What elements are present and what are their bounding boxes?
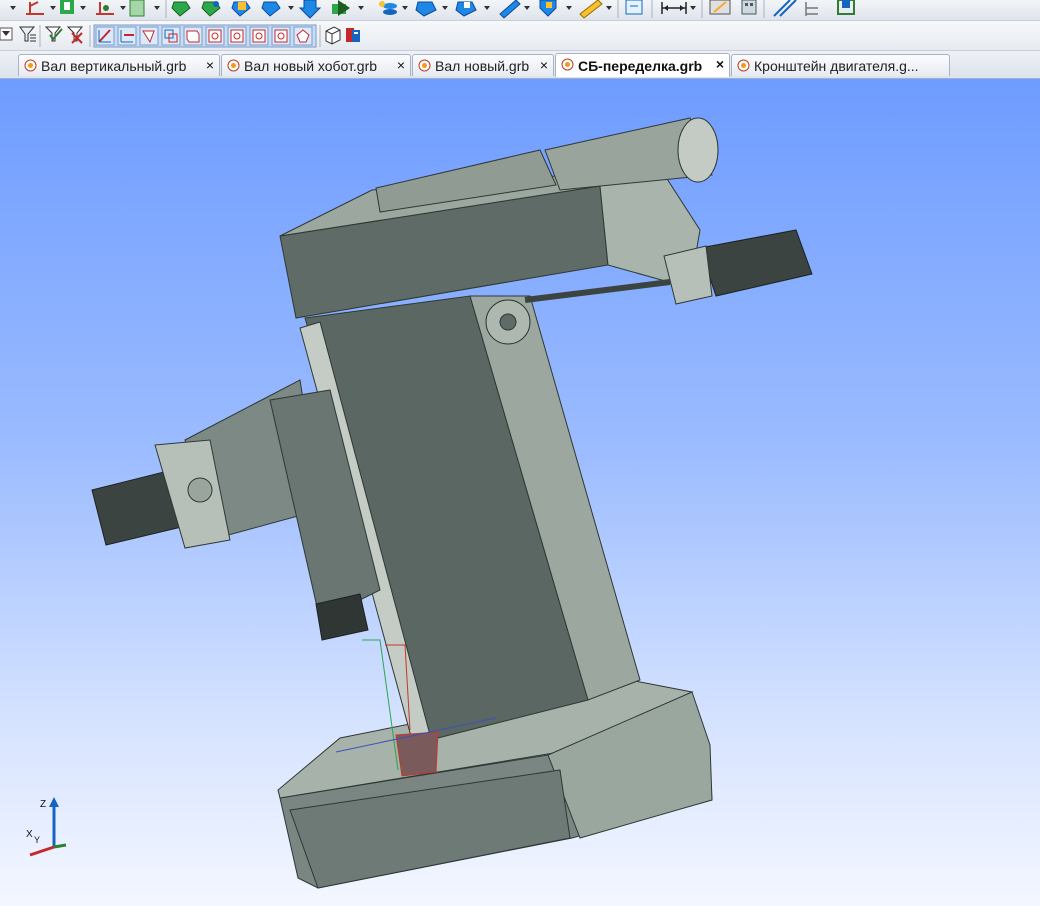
toolbar-top — [0, 0, 1040, 21]
document-icon — [227, 59, 240, 72]
lead-screw — [524, 279, 671, 303]
document-icon — [24, 59, 37, 72]
close-icon[interactable]: × — [540, 57, 548, 73]
z-axis-label: Z — [40, 799, 46, 810]
tab-label: Вал новый.grb — [435, 57, 530, 74]
dropdown-arrow-icon[interactable] — [120, 6, 126, 10]
y-axis-label: Y — [34, 835, 40, 845]
3d-viewport[interactable]: Z X Y — [0, 79, 1040, 906]
x-axis-icon — [29, 845, 55, 857]
dropdown-arrow-icon[interactable] — [484, 6, 490, 10]
tab-label: Кронштейн двигателя.g... — [754, 57, 919, 74]
yellow-cube-icon[interactable] — [231, 1, 251, 17]
blue-shape-2-icon[interactable] — [455, 1, 477, 17]
green-cube-2-icon[interactable] — [201, 1, 221, 17]
cube-outline-icon[interactable] — [325, 26, 341, 45]
x-axis-label: X — [26, 829, 33, 840]
paperclip-icon[interactable] — [773, 0, 797, 17]
sheet-icon[interactable] — [129, 0, 145, 17]
pencil-icon[interactable] — [579, 0, 603, 19]
blue-cube-icon[interactable] — [261, 1, 281, 17]
solid-green-icon[interactable] — [60, 0, 74, 14]
dropdown-arrow-icon[interactable] — [566, 6, 572, 10]
blue-arrow-icon[interactable] — [298, 0, 322, 19]
toolbar-selection-icons — [0, 24, 360, 48]
toolbar-selection — [0, 21, 1040, 51]
left-bearing — [187, 477, 213, 503]
close-icon[interactable]: × — [206, 57, 214, 73]
select-edge-icon[interactable] — [117, 26, 137, 46]
toolbar-top-icons — [10, 0, 855, 19]
dropdown-arrow-icon[interactable] — [358, 6, 364, 10]
dropdown-arrow-icon[interactable] — [524, 6, 530, 10]
blue-pen-icon[interactable] — [499, 0, 521, 19]
close-icon[interactable]: × — [397, 57, 405, 73]
dropdown-arrow-icon[interactable] — [606, 6, 612, 10]
machine-model[interactable] — [0, 79, 1040, 906]
axis-triad: Z X Y — [26, 797, 67, 857]
tree-icon[interactable] — [805, 2, 818, 16]
check-filter-icon[interactable] — [44, 26, 63, 42]
dropdown-arrow-icon[interactable] — [10, 6, 16, 10]
document-tabs: Вал вертикальный.grb × Вал новый хобот.g… — [0, 51, 1040, 79]
select-body-icon[interactable] — [161, 26, 181, 46]
dropdown-arrow-icon[interactable] — [154, 6, 160, 10]
blue-doc-icon[interactable] — [625, 0, 643, 15]
right-motor-flange — [663, 245, 713, 305]
dropdown-arrow-icon[interactable] — [442, 6, 448, 10]
dropdown-arrow-icon[interactable] — [690, 6, 696, 10]
blue-shield-icon[interactable] — [539, 0, 557, 17]
calculator-icon[interactable] — [709, 0, 731, 15]
green-square-icon[interactable] — [837, 0, 855, 15]
green-arrow-icon[interactable] — [332, 0, 350, 16]
dropdown-arrow-icon[interactable] — [288, 6, 294, 10]
tab-label: Вал вертикальный.grb — [41, 57, 187, 74]
select-op-2-icon[interactable] — [227, 26, 247, 46]
select-solid-icon[interactable] — [183, 26, 203, 46]
select-op-3-icon[interactable] — [249, 26, 269, 46]
tab-document-2[interactable]: Вал новый хобот.grb × — [221, 54, 411, 76]
select-op-4-icon[interactable] — [271, 26, 291, 46]
axis-icon[interactable] — [96, 2, 114, 15]
close-icon[interactable]: × — [716, 56, 724, 72]
workpiece — [395, 731, 439, 777]
document-icon — [561, 58, 574, 71]
select-face-icon[interactable] — [139, 26, 159, 46]
filter-list-icon[interactable] — [19, 26, 36, 42]
green-cube-icon[interactable] — [171, 1, 191, 17]
tab-label: СБ-переделка.grb — [578, 57, 703, 74]
right-motor — [699, 229, 813, 297]
bearing-hub — [499, 313, 517, 331]
select-op-5-icon[interactable] — [293, 26, 313, 46]
red-blue-doc-icon[interactable] — [346, 28, 360, 42]
filter-icon[interactable] — [0, 27, 13, 41]
document-icon — [418, 59, 431, 72]
constraint-icon[interactable] — [26, 1, 44, 15]
dropdown-arrow-icon[interactable] — [50, 6, 56, 10]
select-point-icon[interactable] — [95, 26, 115, 46]
dropdown-arrow-icon[interactable] — [80, 6, 86, 10]
tab-label: Вал новый хобот.grb — [244, 57, 378, 74]
select-op-1-icon[interactable] — [205, 26, 225, 46]
top-motor-end — [677, 117, 719, 183]
dimension-icon[interactable] — [661, 2, 687, 14]
blue-shape-icon[interactable] — [415, 1, 437, 17]
calc-2-icon[interactable] — [741, 0, 757, 15]
tab-document-4-active[interactable]: СБ-переделка.grb × — [555, 53, 730, 77]
document-icon — [737, 59, 750, 72]
tab-document-5[interactable]: Кронштейн двигателя.g... — [731, 54, 950, 76]
tab-document-1[interactable]: Вал вертикальный.grb × — [18, 54, 220, 76]
blue-stack-icon[interactable] — [379, 1, 397, 15]
dropdown-arrow-icon[interactable] — [402, 6, 408, 10]
cross-filter-icon[interactable] — [66, 26, 84, 44]
tab-document-3[interactable]: Вал новый.grb × — [412, 54, 554, 76]
y-axis-icon — [53, 843, 67, 849]
